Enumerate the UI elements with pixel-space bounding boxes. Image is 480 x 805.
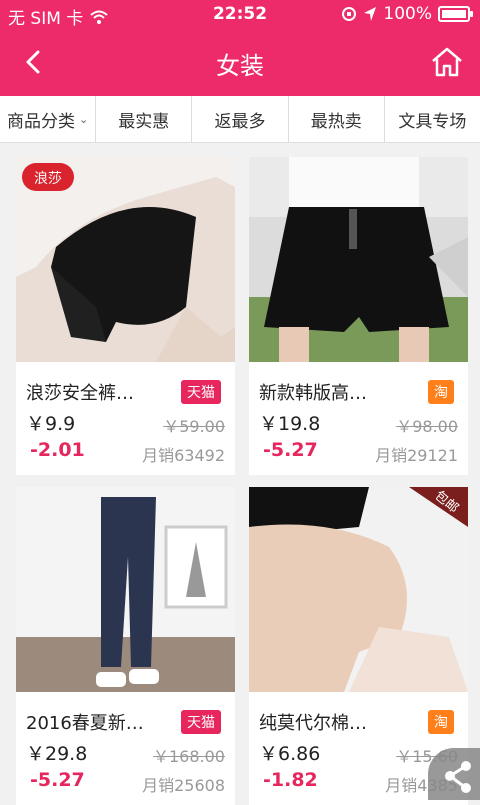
battery-percent: 100% bbox=[383, 4, 432, 24]
filter-tabs: 商品分类 ⌄ 最实惠 返最多 最热卖 文具专场 bbox=[0, 96, 480, 143]
location-icon bbox=[364, 7, 377, 21]
original-price: ￥59.00 bbox=[163, 417, 225, 436]
monthly-sales: 月销29121 bbox=[375, 446, 458, 465]
product-price: ￥29.8 bbox=[26, 743, 88, 765]
monthly-sales: 月销25608 bbox=[142, 776, 225, 795]
product-name: 2016春夏新… bbox=[26, 713, 144, 734]
product-card[interactable]: 新款韩版高… 淘 ￥19.8 ￥98.00 -5.27 月销29121 bbox=[249, 157, 468, 475]
product-name: 纯莫代尔棉… bbox=[259, 713, 367, 734]
status-bar: 无 SIM 卡 22:52 100% bbox=[0, 0, 480, 29]
share-icon bbox=[445, 761, 471, 793]
product-name: 新款韩版高… bbox=[259, 383, 367, 404]
home-icon[interactable] bbox=[430, 46, 464, 78]
product-name: 浪莎安全裤… bbox=[26, 383, 134, 404]
product-card[interactable]: 2016春夏新… 天猫 ￥29.8 ￥168.00 -5.27 月销25608 bbox=[16, 487, 235, 805]
svg-text:浪莎: 浪莎 bbox=[34, 171, 62, 187]
product-image: 浪莎 bbox=[16, 157, 235, 362]
original-price: ￥168.00 bbox=[153, 747, 225, 766]
product-image bbox=[16, 487, 235, 692]
tab-stationery[interactable]: 文具专场 bbox=[385, 96, 480, 142]
coupon-value: -5.27 bbox=[263, 439, 318, 461]
battery-icon bbox=[438, 6, 473, 22]
product-image: 包邮 bbox=[249, 487, 468, 692]
original-price: ￥98.00 bbox=[396, 417, 458, 436]
coupon-value: -1.82 bbox=[263, 769, 318, 791]
share-button[interactable] bbox=[428, 748, 480, 800]
monthly-sales: 月销63492 bbox=[142, 446, 225, 465]
orientation-lock-icon bbox=[342, 7, 357, 21]
nav-bar: 女装 bbox=[0, 28, 480, 96]
tab-most-rebate[interactable]: 返最多 bbox=[192, 96, 289, 142]
store-badge: 淘 bbox=[428, 380, 454, 404]
chevron-down-icon: ⌄ bbox=[78, 112, 89, 126]
product-image bbox=[249, 157, 468, 362]
product-price: ￥6.86 bbox=[259, 743, 321, 765]
store-badge: 天猫 bbox=[181, 710, 221, 734]
coupon-value: -5.27 bbox=[30, 769, 85, 791]
store-badge: 淘 bbox=[428, 710, 454, 734]
tab-category[interactable]: 商品分类 ⌄ bbox=[0, 96, 97, 142]
page-title: 女装 bbox=[216, 52, 264, 80]
product-price: ￥9.9 bbox=[26, 413, 76, 435]
coupon-value: -2.01 bbox=[30, 439, 85, 461]
product-card[interactable]: 浪莎 浪莎安全裤… 天猫 ￥9.9 ￥59.00 -2.01 月销63492 bbox=[16, 157, 235, 475]
product-price: ￥19.8 bbox=[259, 413, 321, 435]
tab-best-value[interactable]: 最实惠 bbox=[96, 96, 193, 142]
tab-best-selling[interactable]: 最热卖 bbox=[289, 96, 385, 142]
store-badge: 天猫 bbox=[181, 380, 221, 404]
